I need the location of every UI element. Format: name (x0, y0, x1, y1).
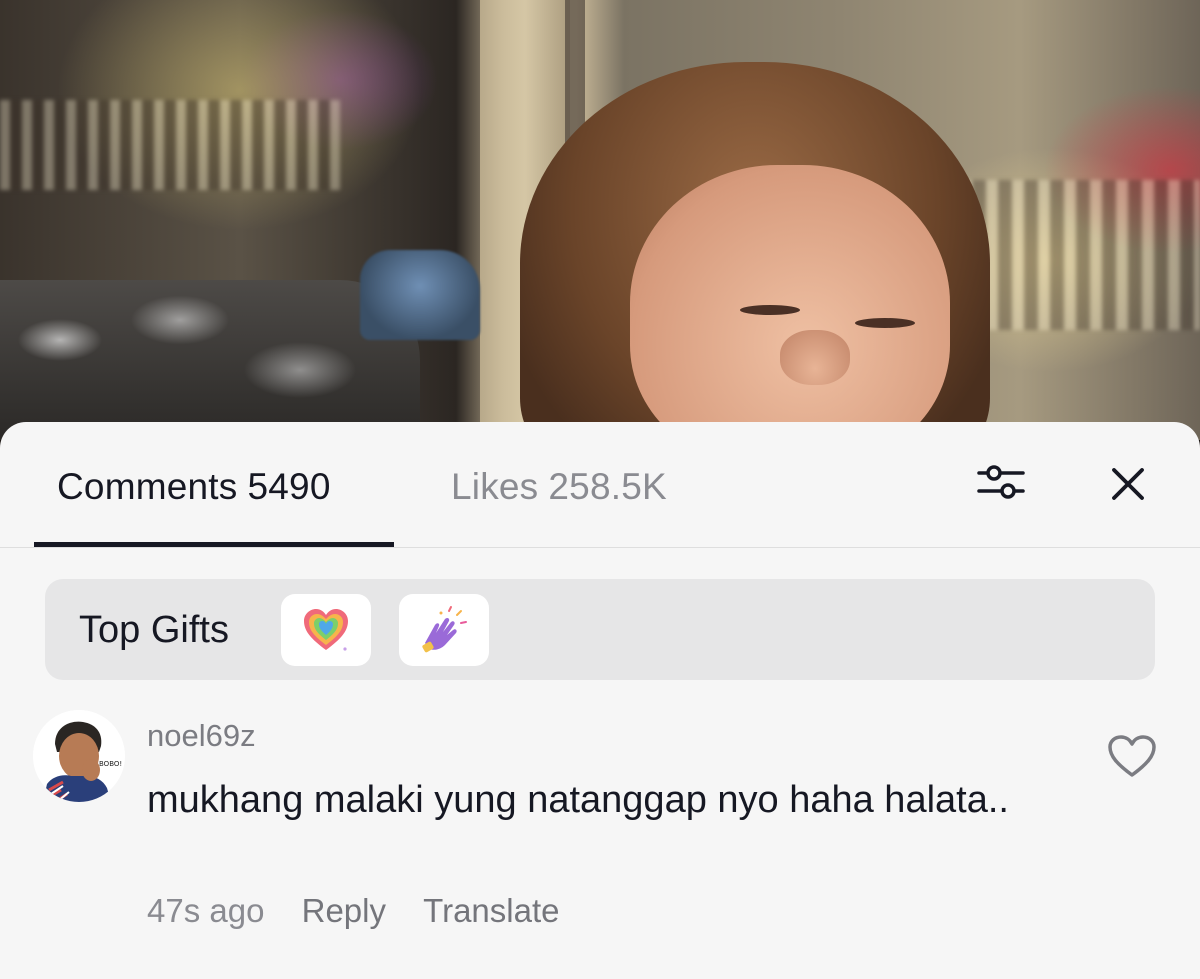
tab-likes-count: 258.5K (548, 466, 667, 507)
active-tab-indicator (34, 542, 394, 547)
close-icon (1112, 468, 1144, 500)
comment-timestamp: 47s ago (147, 892, 265, 929)
person-eye-left (740, 305, 800, 315)
tab-likes[interactable]: Likes 258.5K (451, 466, 667, 508)
video-background (0, 0, 1200, 440)
gift-rainbow-heart[interactable] (281, 594, 371, 666)
avatar[interactable]: BOBO! (33, 710, 125, 802)
person-eye-right (855, 318, 915, 328)
comment-meta: 47s ago Reply Translate (147, 892, 588, 930)
tab-likes-label: Likes (451, 466, 539, 507)
tab-comments-label: Comments (57, 466, 238, 507)
translate-button[interactable]: Translate (423, 892, 559, 930)
gift-clapping-hands[interactable] (399, 594, 489, 666)
heart-outline-icon (1108, 735, 1156, 777)
tab-comments-count: 5490 (247, 466, 331, 507)
close-button[interactable] (1110, 466, 1146, 507)
comment-text: mukhang malaki yung natanggap nyo haha h… (147, 779, 1009, 821)
clapping-hands-icon (422, 606, 467, 653)
svg-text:BOBO!: BOBO! (99, 760, 122, 768)
like-comment-button[interactable] (1106, 733, 1158, 784)
person-nose (780, 330, 850, 385)
avatar-image: BOBO! (33, 710, 125, 802)
skyline-reflection-right (960, 180, 1200, 330)
person-face (630, 165, 950, 440)
top-gifts-label: Top Gifts (79, 609, 229, 651)
reply-button[interactable]: Reply (302, 892, 386, 930)
top-gifts-bar: Top Gifts (45, 579, 1155, 680)
comment-username[interactable]: noel69z (147, 718, 256, 754)
sliders-icon (977, 465, 1025, 499)
tab-comments[interactable]: Comments 5490 (57, 466, 331, 508)
rainbow-heart-icon (304, 609, 348, 651)
filter-button[interactable] (975, 462, 1027, 507)
blue-jacket (360, 250, 480, 340)
skyline-reflection (0, 100, 340, 190)
comment-item: BOBO! noel69z mukhang malaki yung natang… (0, 700, 1200, 960)
patterned-fabric (0, 280, 420, 440)
